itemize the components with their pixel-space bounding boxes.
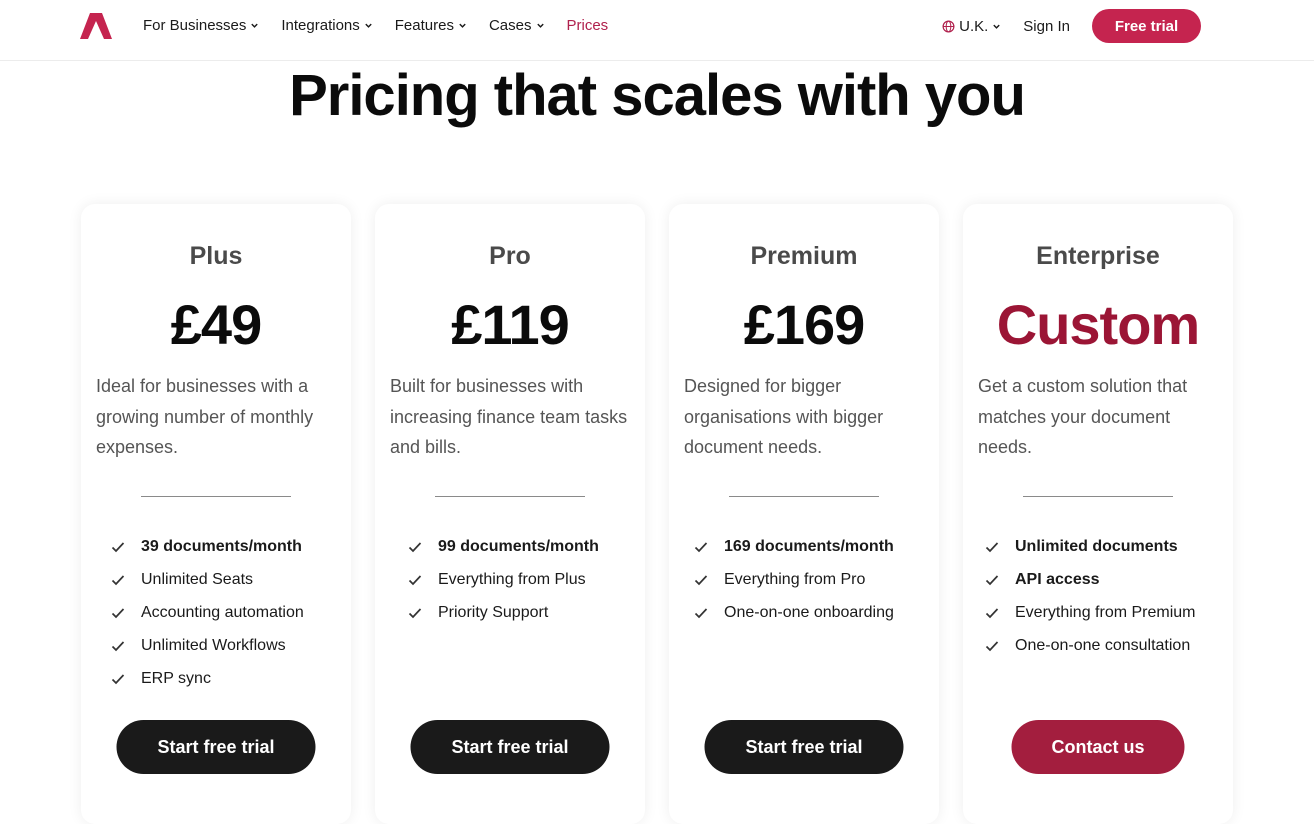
pricing-card-enterprise: Enterprise Custom Get a custom solution … [963,204,1233,824]
feature-text: 99 documents/month [438,537,599,555]
plan-name: Pro [489,242,531,270]
pricing-card-premium: Premium £169 Designed for bigger organis… [669,204,939,824]
pricing-cards: Plus £49 Ideal for businesses with a gro… [81,204,1233,824]
feature-item: 39 documents/month [111,530,304,563]
feature-text: Unlimited Seats [141,570,254,588]
check-icon [111,574,125,585]
feature-text: Everything from Plus [438,570,586,588]
brand-logo-icon[interactable] [80,13,112,39]
free-trial-button[interactable]: Free trial [1092,9,1201,43]
feature-item: Everything from Premium [985,596,1196,629]
start-free-trial-button[interactable]: Start free trial [410,720,610,774]
plan-description: Get a custom solution that matches your … [978,376,1188,457]
feature-item: 99 documents/month [408,530,599,563]
check-icon [694,574,708,585]
feature-item: Priority Support [408,596,599,629]
divider [141,496,291,497]
check-icon [694,541,708,552]
chevron-down-icon [251,23,259,28]
nav-item-label: Cases [488,17,532,34]
feature-text: One-on-one consultation [1015,636,1191,654]
main-nav: For Businesses Integrations Features Cas… [143,17,608,34]
nav-item-for-businesses[interactable]: For Businesses [143,17,259,34]
check-icon [694,607,708,618]
plan-price: Custom [996,293,1200,356]
globe-icon [942,20,955,32]
feature-list: 99 documents/month Everything from Plus … [408,530,599,629]
feature-text: ERP sync [141,669,211,687]
feature-text: 39 documents/month [141,537,302,555]
chevron-down-icon [459,23,466,28]
feature-item: 169 documents/month [694,530,894,563]
feature-text: Everything from Premium [1015,603,1196,621]
contact-us-button[interactable]: Contact us [1011,720,1185,774]
feature-text: Priority Support [438,603,549,621]
pricing-card-plus: Plus £49 Ideal for businesses with a gro… [81,204,351,824]
nav-item-label: For Businesses [143,17,247,34]
feature-text: Accounting automation [141,603,304,621]
feature-item: Accounting automation [111,596,304,629]
header-actions: U.K. Sign In Free trial [942,9,1201,43]
feature-text: Unlimited Workflows [141,636,286,654]
divider [435,496,585,497]
sign-in-link[interactable]: Sign In [1023,18,1070,35]
nav-item-integrations[interactable]: Integrations [281,17,372,34]
feature-item: ERP sync [111,662,304,695]
feature-item: Unlimited Seats [111,563,304,596]
page-title: Pricing that scales with you [289,63,1026,128]
divider [729,496,879,497]
check-icon [985,574,999,585]
feature-item: Everything from Pro [694,563,894,596]
plan-price: £49 [170,293,262,356]
plan-description: Built for businesses with increasing fin… [390,376,628,457]
check-icon [985,640,999,651]
plan-description: Ideal for businesses with a growing numb… [96,376,314,457]
feature-text: Everything from Pro [724,570,866,588]
nav-item-cases[interactable]: Cases [489,17,545,34]
feature-item: One-on-one onboarding [694,596,894,629]
language-label: U.K. [959,17,989,35]
check-icon [985,607,999,618]
feature-item: Unlimited Workflows [111,629,304,662]
chevron-down-icon [365,23,372,28]
check-icon [408,574,422,585]
feature-text: Unlimited documents [1015,537,1178,555]
check-icon [111,640,125,651]
feature-list: 169 documents/month Everything from Pro … [694,530,894,629]
check-icon [408,541,422,552]
divider [1023,496,1173,497]
feature-text: 169 documents/month [724,537,894,555]
chevron-down-icon [536,23,544,28]
nav-item-label: Integrations [281,17,360,34]
plan-price: £169 [743,293,866,356]
chevron-down-icon [993,24,1001,29]
check-icon [111,673,125,684]
plan-price: £119 [451,293,570,356]
pricing-card-pro: Pro £119 Built for businesses with incre… [375,204,645,824]
plan-name: Plus [189,242,243,270]
plan-description: Designed for bigger organisations with b… [684,376,884,457]
feature-item: Everything from Plus [408,563,599,596]
nav-item-label: Prices [566,17,609,34]
nav-item-features[interactable]: Features [395,17,467,34]
plan-name: Premium [750,242,858,270]
plan-name: Enterprise [1036,242,1160,270]
nav-item-label: Features [394,17,454,34]
check-icon [111,607,125,618]
feature-text: API access [1015,570,1100,588]
feature-item: One-on-one consultation [985,629,1196,662]
feature-list: Unlimited documents API access Everythin… [985,530,1196,662]
feature-list: 39 documents/month Unlimited Seats Accou… [111,530,304,695]
check-icon [408,607,422,618]
top-navigation-bar: For Businesses Integrations Features Cas… [0,0,1314,61]
nav-item-prices[interactable]: Prices [567,17,609,34]
check-icon [985,541,999,552]
feature-item: API access [985,563,1196,596]
language-selector[interactable]: U.K. [942,18,1001,35]
start-free-trial-button[interactable]: Start free trial [116,720,316,774]
feature-text: One-on-one onboarding [724,603,894,621]
feature-item: Unlimited documents [985,530,1196,563]
start-free-trial-button[interactable]: Start free trial [704,720,904,774]
check-icon [111,541,125,552]
